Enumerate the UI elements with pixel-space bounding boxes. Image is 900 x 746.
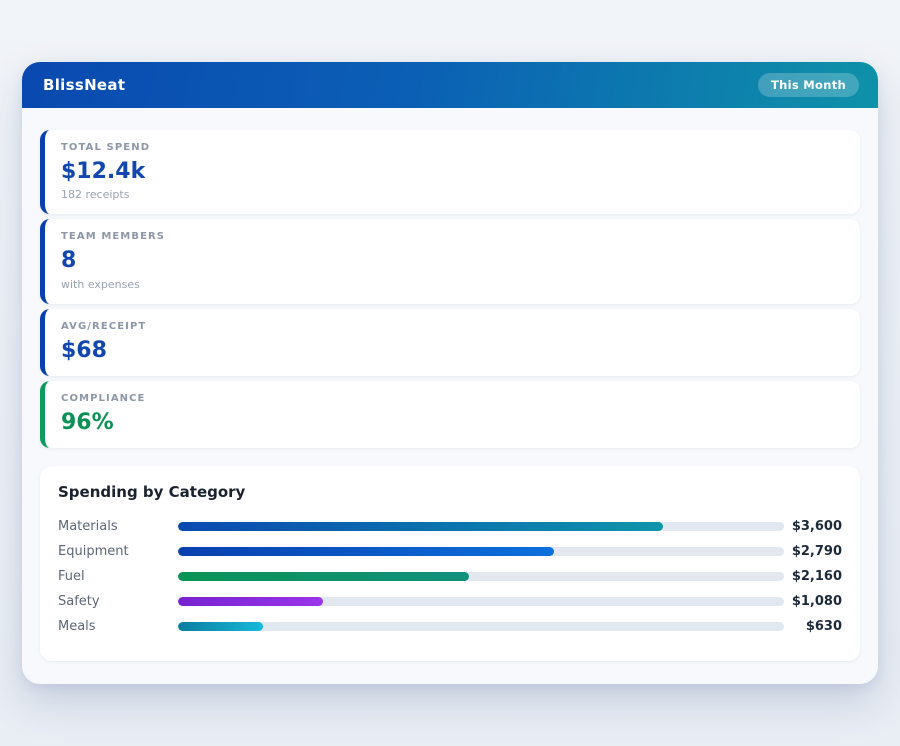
stat-subtext: 182 receipts xyxy=(61,188,130,202)
bar-row-meals: Meals $630 xyxy=(58,614,842,639)
spending-by-category-card: Spending by Category Materials $3,600 Eq… xyxy=(40,466,860,662)
bar-fill xyxy=(178,622,263,632)
bar-value: $3,600 xyxy=(791,519,842,535)
bar-track xyxy=(178,622,784,632)
bar-track xyxy=(178,522,784,532)
stat-value: $12.4k xyxy=(61,159,146,184)
bar-fill xyxy=(178,597,324,607)
dashboard-content: TOTAL SPEND $12.4k 182 receipts TEAM MEM… xyxy=(22,108,878,662)
period-badge[interactable]: This Month xyxy=(757,73,859,97)
stat-card-compliance: COMPLIANCE 96% xyxy=(40,380,860,449)
stat-subtext: with expenses xyxy=(61,277,140,291)
bar-row-fuel: Fuel $2,160 xyxy=(58,564,842,589)
stat-card-avg-receipt: AVG/RECEIPT $68 xyxy=(40,308,860,376)
bar-value: $1,080 xyxy=(791,594,842,610)
chart-title: Spending by Category xyxy=(58,483,246,502)
bar-track xyxy=(178,597,784,607)
bar-value: $2,790 xyxy=(791,544,842,560)
bar-label: Safety xyxy=(58,594,100,610)
bar-value: $630 xyxy=(805,619,842,635)
bar-label: Fuel xyxy=(58,569,85,585)
stat-value: 8 xyxy=(61,248,77,274)
bar-track xyxy=(178,547,784,557)
bar-row-equipment: Equipment $2,790 xyxy=(58,539,842,564)
stat-label: AVG/RECEIPT xyxy=(61,320,147,332)
bar-track xyxy=(178,572,784,582)
bar-row-materials: Materials $3,600 xyxy=(58,514,842,539)
bar-fill xyxy=(178,522,663,532)
stat-card-total-spend: TOTAL SPEND $12.4k 182 receipts xyxy=(40,130,860,215)
bar-fill xyxy=(178,572,469,582)
stat-label: COMPLIANCE xyxy=(61,392,146,404)
stat-value: $68 xyxy=(61,337,107,363)
app-header: BlissNeat This Month xyxy=(22,62,878,108)
bar-label: Materials xyxy=(58,519,118,535)
stat-card-team-members: TEAM MEMBERS 8 with expenses xyxy=(40,219,860,304)
dashboard-panel: BlissNeat This Month TOTAL SPEND $12.4k … xyxy=(22,62,878,684)
bar-label: Equipment xyxy=(58,544,129,560)
stat-value: 96% xyxy=(61,409,114,435)
stat-label: TEAM MEMBERS xyxy=(61,231,166,243)
bar-value: $2,160 xyxy=(791,569,842,585)
bar-label: Meals xyxy=(58,619,96,635)
app-title: BlissNeat xyxy=(43,76,126,94)
bar-fill xyxy=(178,547,554,557)
stat-label: TOTAL SPEND xyxy=(61,142,151,153)
bar-row-safety: Safety $1,080 xyxy=(58,589,842,614)
